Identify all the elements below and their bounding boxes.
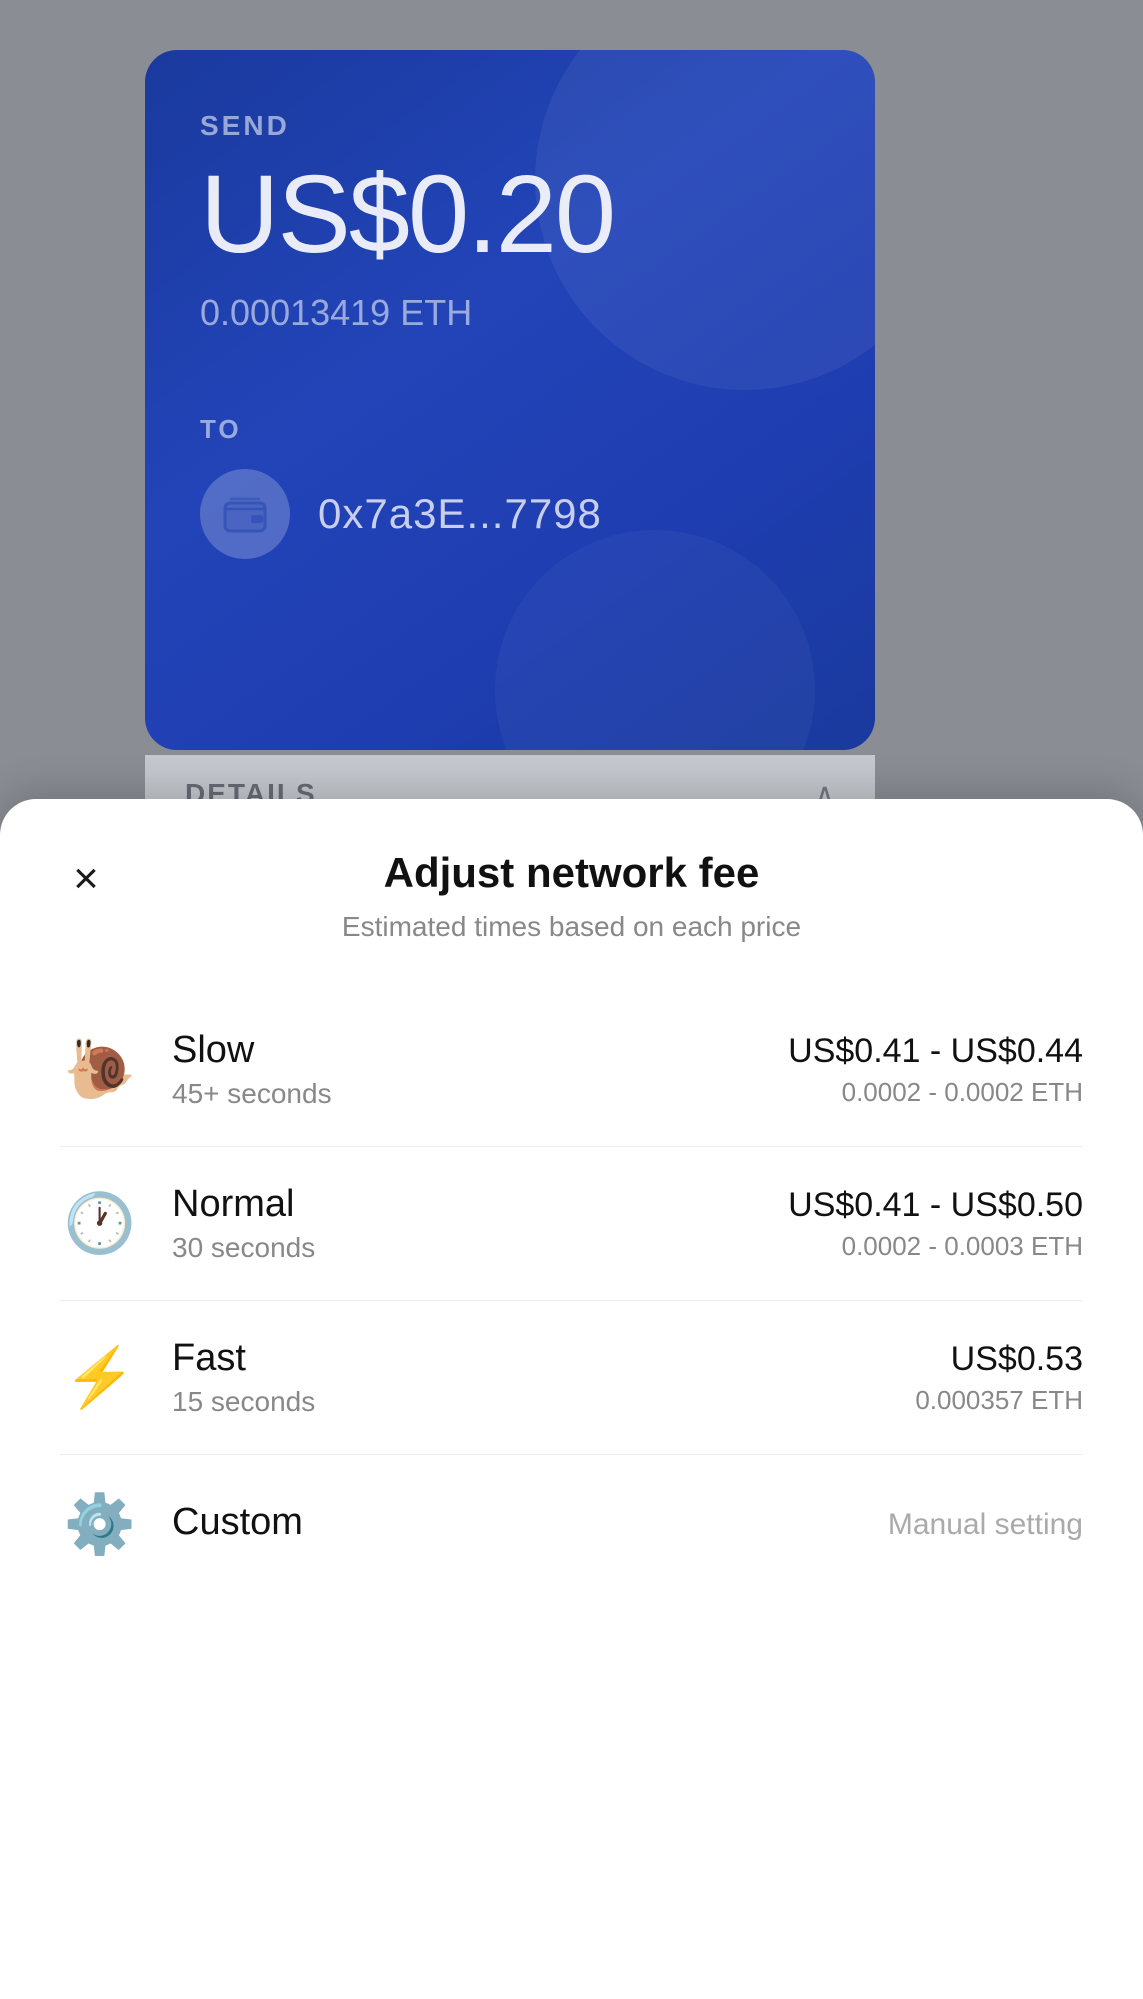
fast-price-eth: 0.000357 ETH — [915, 1385, 1083, 1416]
custom-icon: ⚙️ — [60, 1491, 140, 1559]
fee-option-normal[interactable]: 🕐 Normal 30 seconds US$0.41 - US$0.50 0.… — [60, 1147, 1083, 1301]
sheet-subtitle: Estimated times based on each price — [60, 911, 1083, 943]
normal-info: Normal 30 seconds — [172, 1183, 788, 1264]
send-label: SEND — [200, 110, 820, 142]
fee-option-custom[interactable]: ⚙️ Custom Manual setting — [60, 1455, 1083, 1595]
normal-price-usd: US$0.41 - US$0.50 — [788, 1186, 1083, 1225]
fast-price-usd: US$0.53 — [915, 1340, 1083, 1379]
wallet-icon — [223, 495, 267, 533]
slow-price-eth: 0.0002 - 0.0002 ETH — [788, 1077, 1083, 1108]
normal-time: 30 seconds — [172, 1232, 788, 1264]
normal-price-eth: 0.0002 - 0.0003 ETH — [788, 1231, 1083, 1262]
custom-manual-label: Manual setting — [888, 1508, 1083, 1542]
fast-icon: ⚡ — [60, 1344, 140, 1412]
to-label: TO — [200, 414, 820, 445]
slow-time: 45+ seconds — [172, 1078, 788, 1110]
sheet-header: × Adjust network fee — [60, 849, 1083, 897]
send-card: SEND US$0.20 0.00013419 ETH TO 0x7a3E...… — [145, 50, 875, 750]
fast-name: Fast — [172, 1337, 915, 1380]
sheet-title: Adjust network fee — [384, 849, 760, 897]
recipient-address: 0x7a3E...7798 — [318, 490, 602, 538]
fast-time: 15 seconds — [172, 1386, 915, 1418]
recipient-row: 0x7a3E...7798 — [200, 469, 820, 559]
custom-info: Custom — [172, 1501, 888, 1550]
fee-option-slow[interactable]: 🐌 Slow 45+ seconds US$0.41 - US$0.44 0.0… — [60, 993, 1083, 1147]
recipient-avatar — [200, 469, 290, 559]
bottom-sheet: × Adjust network fee Estimated times bas… — [0, 799, 1143, 1999]
fast-info: Fast 15 seconds — [172, 1337, 915, 1418]
slow-price: US$0.41 - US$0.44 0.0002 - 0.0002 ETH — [788, 1032, 1083, 1108]
close-button[interactable]: × — [60, 853, 112, 905]
close-icon: × — [73, 857, 99, 901]
custom-price: Manual setting — [888, 1508, 1083, 1542]
slow-price-usd: US$0.41 - US$0.44 — [788, 1032, 1083, 1071]
slow-info: Slow 45+ seconds — [172, 1029, 788, 1110]
custom-name: Custom — [172, 1501, 888, 1544]
slow-icon: 🐌 — [60, 1036, 140, 1104]
slow-name: Slow — [172, 1029, 788, 1072]
normal-name: Normal — [172, 1183, 788, 1226]
normal-price: US$0.41 - US$0.50 0.0002 - 0.0003 ETH — [788, 1186, 1083, 1262]
fee-option-fast[interactable]: ⚡ Fast 15 seconds US$0.53 0.000357 ETH — [60, 1301, 1083, 1455]
fast-price: US$0.53 0.000357 ETH — [915, 1340, 1083, 1416]
send-amount-eth: 0.00013419 ETH — [200, 292, 820, 334]
normal-icon: 🕐 — [60, 1190, 140, 1258]
send-amount-usd: US$0.20 — [200, 160, 820, 270]
